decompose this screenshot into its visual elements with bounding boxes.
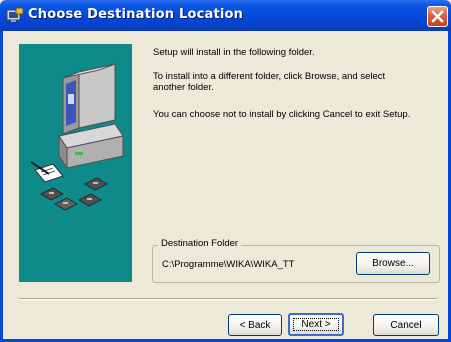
install-location-message: Setup will install in the following fold…	[153, 47, 315, 58]
window-title: Choose Destination Location	[28, 7, 244, 22]
cancel-button[interactable]: Cancel	[373, 314, 439, 336]
back-button-label: < Back	[239, 319, 271, 331]
side-illustration-panel	[19, 44, 132, 282]
next-button-label: Next >	[301, 319, 331, 330]
change-folder-message-line-1: To install into a different folder, clic…	[153, 71, 386, 82]
next-button[interactable]: Next >	[288, 313, 344, 336]
browse-button-label: Browse...	[372, 258, 414, 269]
button-separator	[19, 298, 437, 300]
setup-dialog: Choose Destination Location Setup will i…	[0, 0, 451, 342]
destination-path: C:\Programme\WIKA\WIKA_TT	[162, 259, 295, 270]
close-x-icon	[431, 10, 444, 23]
close-button[interactable]	[427, 6, 448, 27]
cancel-info-message: You can choose not to install by clickin…	[153, 109, 411, 120]
browse-button[interactable]: Browse...	[356, 252, 430, 275]
computer-icon	[58, 63, 124, 170]
document-icon	[30, 161, 64, 183]
cancel-button-label: Cancel	[390, 319, 422, 331]
illustration	[30, 63, 124, 211]
change-folder-message: To install into a different folder, clic…	[153, 71, 385, 93]
title-bar[interactable]: Choose Destination Location	[0, 0, 451, 31]
back-button[interactable]: < Back	[228, 314, 282, 336]
installer-icon	[6, 7, 24, 22]
change-folder-message-line-2: another folder.	[153, 82, 214, 93]
destination-folder-label: Destination Folder	[158, 238, 242, 250]
floppy-disk-icon	[40, 177, 108, 211]
window-frame-left	[0, 31, 3, 342]
